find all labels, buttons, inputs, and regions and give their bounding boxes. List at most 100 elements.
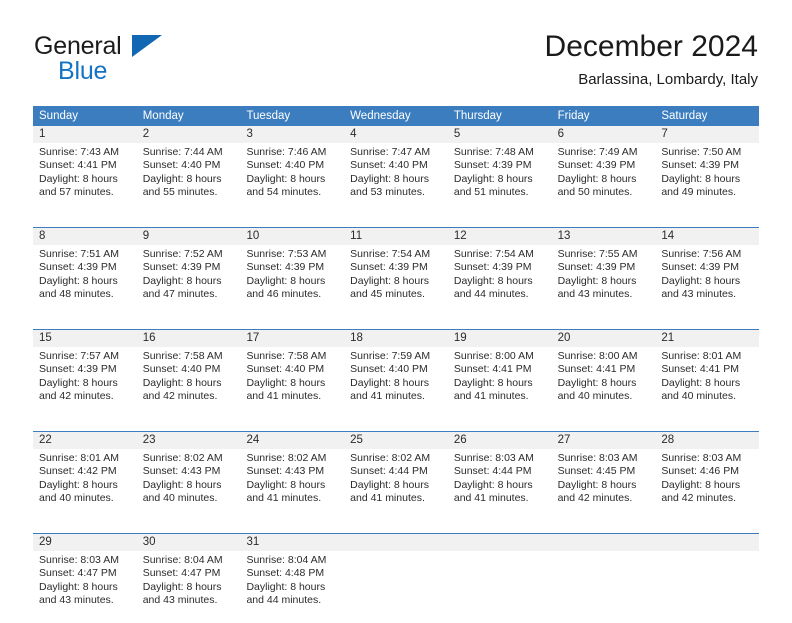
day-cell[interactable]: Sunrise: 8:00 AM Sunset: 4:41 PM Daylight:… [448,347,552,419]
daylight-hours: Daylight: 8 hours [39,376,118,389]
day-number[interactable]: 30 [137,534,241,551]
daylight-minutes: and 41 minutes. [350,492,425,505]
sunrise-time: Sunrise: 7:53 AM [246,248,327,260]
day-cell[interactable]: Sunrise: 7:55 AM Sunset: 4:39 PM Daylight:… [552,245,656,317]
daylight-minutes: and 47 minutes. [142,288,218,301]
daylight-hours: Daylight: 8 hours [453,376,533,389]
sunrise-time: Sunrise: 7:52 AM [142,248,223,260]
day-number-empty [552,534,656,551]
day-cell[interactable]: Sunrise: 7:54 AM Sunset: 4:39 PM Daylight:… [448,245,552,317]
day-cell[interactable]: Sunrise: 7:59 AM Sunset: 4:40 PM Daylight:… [344,347,448,419]
day-cell[interactable]: Sunrise: 8:03 AM Sunset: 4:47 PM Daylight:… [33,551,137,623]
day-number[interactable]: 12 [448,228,552,245]
sunrise-time: Sunrise: 7:46 AM [246,146,327,158]
day-cell[interactable]: Sunrise: 8:02 AM Sunset: 4:44 PM Daylight:… [344,449,448,521]
day-number[interactable]: 20 [552,330,656,347]
day-cell[interactable]: Sunrise: 7:54 AM Sunset: 4:39 PM Daylight:… [344,245,448,317]
day-cell[interactable]: Sunrise: 8:04 AM Sunset: 4:48 PM Daylight:… [240,551,344,623]
day-cell[interactable]: Sunrise: 7:51 AM Sunset: 4:39 PM Daylight:… [33,245,137,317]
day-number[interactable]: 2 [137,126,241,143]
day-number[interactable]: 1 [33,126,137,143]
weekday-header-wednesday: Wednesday [350,110,411,122]
day-cell-empty [655,551,759,623]
sunset-time: Sunset: 4:40 PM [246,159,325,172]
day-number[interactable]: 11 [344,228,448,245]
sunrise-time: Sunrise: 7:58 AM [246,350,327,362]
day-number[interactable]: 15 [33,330,137,347]
day-cell[interactable]: Sunrise: 8:03 AM Sunset: 4:45 PM Daylight:… [552,449,656,521]
day-number[interactable]: 28 [655,432,759,449]
day-cell[interactable]: Sunrise: 7:44 AM Sunset: 4:40 PM Daylight:… [137,143,241,215]
day-cell[interactable]: Sunrise: 7:49 AM Sunset: 4:39 PM Daylight:… [552,143,656,215]
daylight-hours: Daylight: 8 hours [453,478,533,491]
day-number[interactable]: 14 [655,228,759,245]
day-cell[interactable]: Sunrise: 7:58 AM Sunset: 4:40 PM Daylight:… [240,347,344,419]
day-number[interactable]: 9 [137,228,241,245]
day-number[interactable]: 31 [240,534,344,551]
day-cell[interactable]: Sunrise: 7:57 AM Sunset: 4:39 PM Daylight:… [33,347,137,419]
day-number[interactable]: 17 [240,330,344,347]
day-number[interactable]: 27 [552,432,656,449]
day-cell[interactable]: Sunrise: 7:50 AM Sunset: 4:39 PM Daylight:… [655,143,759,215]
calendar-week-row: 1 2 3 4 5 6 7 Sunrise: 7:43 AM Sunset: 4:41 PM Da… [33,126,759,215]
day-number[interactable]: 3 [240,126,344,143]
calendar-page: General Blue December 2024 Barlassina, L… [0,0,792,623]
day-number[interactable]: 25 [344,432,448,449]
weekday-header-sunday: Sunday [39,110,79,122]
day-number[interactable]: 24 [240,432,344,449]
day-cell[interactable]: Sunrise: 8:03 AM Sunset: 4:44 PM Daylight:… [448,449,552,521]
sunset-time: Sunset: 4:39 PM [661,261,739,274]
day-cell[interactable]: Sunrise: 7:53 AM Sunset: 4:39 PM Daylight:… [240,245,344,317]
day-cell[interactable]: Sunrise: 7:56 AM Sunset: 4:39 PM Daylight:… [655,245,759,317]
day-number[interactable]: 26 [448,432,552,449]
sunrise-time: Sunrise: 8:00 AM [453,350,534,362]
day-number[interactable]: 4 [344,126,448,143]
day-cell[interactable]: Sunrise: 8:00 AM Sunset: 4:41 PM Daylight:… [552,347,656,419]
day-cell[interactable]: Sunrise: 7:43 AM Sunset: 4:41 PM Daylight:… [33,143,137,215]
daylight-minutes: and 40 minutes. [661,390,737,403]
day-number[interactable]: 16 [137,330,241,347]
day-cell[interactable]: Sunrise: 7:52 AM Sunset: 4:39 PM Daylight:… [137,245,241,317]
daylight-minutes: and 44 minutes. [246,594,322,607]
day-cell[interactable]: Sunrise: 8:01 AM Sunset: 4:41 PM Daylight:… [655,347,759,419]
day-number[interactable]: 5 [448,126,552,143]
day-number-band: 22 23 24 25 26 27 28 [33,432,759,449]
sunrise-time: Sunrise: 7:49 AM [557,146,638,158]
calendar-week-row: 29 30 31 Sunrise: 8:03 AM Sunset: 4:47 PM Day… [33,533,759,623]
daylight-hours: Daylight: 8 hours [142,580,222,593]
day-number[interactable]: 6 [552,126,656,143]
daylight-minutes: and 41 minutes. [246,492,322,505]
day-number[interactable]: 29 [33,534,137,551]
day-number[interactable]: 7 [655,126,759,143]
day-number-band: 15 16 17 18 19 20 21 [33,330,759,347]
sunset-time: Sunset: 4:40 PM [142,159,221,172]
day-number[interactable]: 8 [33,228,137,245]
daylight-minutes: and 40 minutes. [142,492,218,505]
day-number[interactable]: 19 [448,330,552,347]
day-cell[interactable]: Sunrise: 8:02 AM Sunset: 4:43 PM Daylight:… [137,449,241,521]
daylight-hours: Daylight: 8 hours [142,172,222,185]
day-cell[interactable]: Sunrise: 7:46 AM Sunset: 4:40 PM Daylight:… [240,143,344,215]
sunrise-time: Sunrise: 7:54 AM [453,248,534,260]
day-cell[interactable]: Sunrise: 8:04 AM Sunset: 4:47 PM Daylight:… [137,551,241,623]
brand-logo[interactable]: General Blue [34,32,254,88]
day-number[interactable]: 23 [137,432,241,449]
title-block: December 2024 Barlassina, Lombardy, Ital… [545,28,758,91]
daylight-hours: Daylight: 8 hours [246,376,326,389]
day-cell[interactable]: Sunrise: 7:58 AM Sunset: 4:40 PM Daylight:… [137,347,241,419]
day-number[interactable]: 18 [344,330,448,347]
daylight-hours: Daylight: 8 hours [350,274,429,287]
daylight-hours: Daylight: 8 hours [661,376,741,389]
day-number[interactable]: 10 [240,228,344,245]
day-cell[interactable]: Sunrise: 8:03 AM Sunset: 4:46 PM Daylight:… [655,449,759,521]
day-cell[interactable]: Sunrise: 7:48 AM Sunset: 4:39 PM Daylight:… [448,143,552,215]
daylight-minutes: and 42 minutes. [39,390,114,403]
day-number[interactable]: 13 [552,228,656,245]
day-number[interactable]: 22 [33,432,137,449]
daylight-minutes: and 41 minutes. [350,390,425,403]
day-cell[interactable]: Sunrise: 7:47 AM Sunset: 4:40 PM Daylight:… [344,143,448,215]
day-number[interactable]: 21 [655,330,759,347]
day-cell[interactable]: Sunrise: 8:01 AM Sunset: 4:42 PM Daylight:… [33,449,137,521]
day-cell[interactable]: Sunrise: 8:02 AM Sunset: 4:43 PM Daylight:… [240,449,344,521]
sunset-time: Sunset: 4:44 PM [453,465,532,478]
